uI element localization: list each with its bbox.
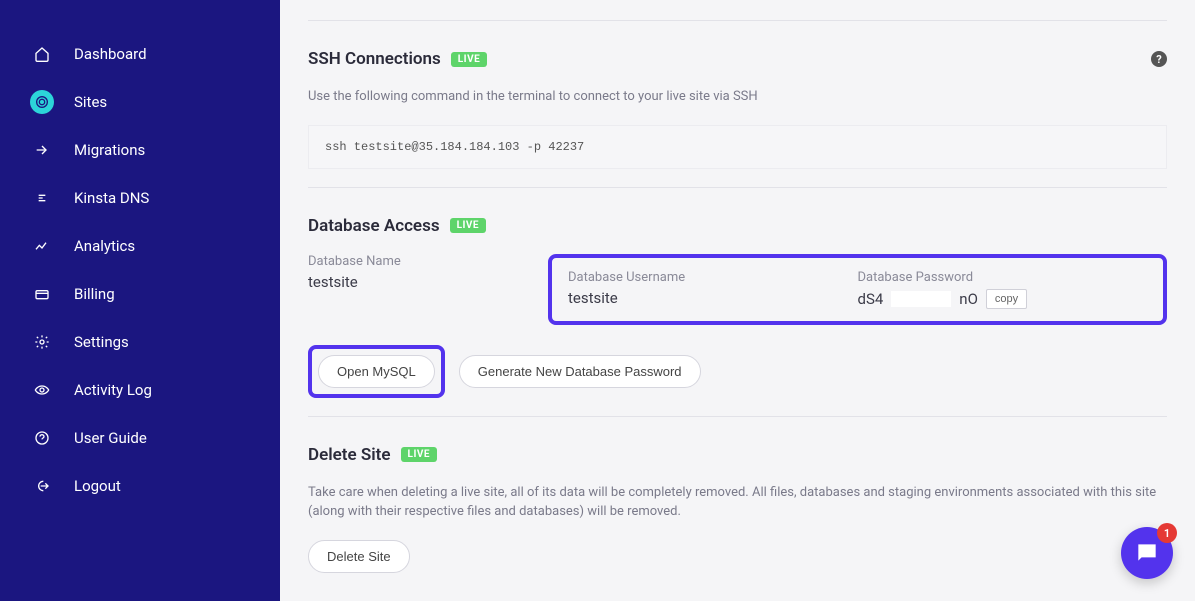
open-mysql-button[interactable]: Open MySQL	[318, 355, 435, 388]
db-name-value: testsite	[308, 273, 548, 291]
chat-badge: 1	[1157, 523, 1177, 543]
sidebar-item-migrations[interactable]: Migrations	[0, 126, 280, 174]
db-password-suffix: nO	[959, 290, 978, 308]
db-name-label: Database Name	[308, 254, 548, 269]
main-content: SSH Connections LIVE ? Use the following…	[280, 0, 1195, 601]
home-icon	[30, 42, 54, 66]
sidebar-item-label: User Guide	[74, 429, 147, 447]
delete-site-button[interactable]: Delete Site	[308, 540, 410, 573]
sidebar-item-label: Kinsta DNS	[74, 189, 149, 207]
sidebar-item-label: Activity Log	[74, 381, 152, 399]
chat-icon	[1134, 540, 1160, 566]
sidebar-item-label: Settings	[74, 333, 129, 351]
live-badge: LIVE	[401, 447, 438, 462]
sidebar-item-analytics[interactable]: Analytics	[0, 222, 280, 270]
sidebar-item-settings[interactable]: Settings	[0, 318, 280, 366]
db-username-col: Database Username testsite	[568, 270, 858, 309]
sidebar-item-logout[interactable]: Logout	[0, 462, 280, 510]
ssh-title: SSH Connections	[308, 49, 441, 69]
guide-icon	[30, 426, 54, 450]
db-title: Database Access	[308, 216, 440, 236]
help-icon[interactable]: ?	[1151, 51, 1167, 67]
sidebar: Dashboard Sites Migrations Kinsta DNS An…	[0, 0, 280, 601]
db-password-label: Database Password	[858, 270, 1148, 285]
ssh-command[interactable]: ssh testsite@35.184.184.103 -p 42237	[308, 125, 1167, 169]
delete-title: Delete Site	[308, 445, 391, 465]
db-password-col: Database Password dS4 nO copy	[858, 270, 1148, 309]
live-badge: LIVE	[451, 52, 488, 67]
sidebar-item-label: Billing	[74, 285, 115, 303]
db-credentials-highlight: Database Username testsite Database Pass…	[548, 254, 1167, 325]
sidebar-item-label: Sites	[74, 93, 107, 111]
copy-password-button[interactable]: copy	[986, 289, 1027, 309]
database-section: Database Access LIVE Database Name tests…	[308, 187, 1167, 416]
db-password-masked	[891, 291, 951, 307]
db-name-col: Database Name testsite	[308, 254, 548, 325]
sidebar-item-label: Logout	[74, 477, 121, 495]
sidebar-item-sites[interactable]: Sites	[0, 78, 280, 126]
sidebar-item-activity-log[interactable]: Activity Log	[0, 366, 280, 414]
sidebar-item-label: Migrations	[74, 141, 145, 159]
sidebar-item-label: Dashboard	[74, 45, 147, 63]
analytics-icon	[30, 234, 54, 258]
sidebar-item-label: Analytics	[74, 237, 135, 255]
logout-icon	[30, 474, 54, 498]
sites-icon	[30, 90, 54, 114]
db-username-value: testsite	[568, 289, 858, 307]
chat-widget[interactable]: 1	[1121, 527, 1173, 579]
live-badge: LIVE	[450, 218, 487, 233]
dns-icon	[30, 186, 54, 210]
settings-icon	[30, 330, 54, 354]
sidebar-item-billing[interactable]: Billing	[0, 270, 280, 318]
delete-section: Delete Site LIVE Take care when deleting…	[308, 416, 1167, 591]
generate-password-button[interactable]: Generate New Database Password	[459, 355, 701, 388]
billing-icon	[30, 282, 54, 306]
sidebar-item-dashboard[interactable]: Dashboard	[0, 30, 280, 78]
ssh-section: SSH Connections LIVE ? Use the following…	[308, 20, 1167, 187]
ssh-desc: Use the following command in the termina…	[308, 87, 1167, 107]
delete-desc: Take care when deleting a live site, all…	[308, 483, 1167, 522]
sidebar-item-kinsta-dns[interactable]: Kinsta DNS	[0, 174, 280, 222]
migrations-icon	[30, 138, 54, 162]
open-mysql-highlight: Open MySQL	[308, 345, 445, 398]
activity-icon	[30, 378, 54, 402]
db-password-prefix: dS4	[858, 290, 884, 308]
sidebar-item-user-guide[interactable]: User Guide	[0, 414, 280, 462]
db-username-label: Database Username	[568, 270, 858, 285]
